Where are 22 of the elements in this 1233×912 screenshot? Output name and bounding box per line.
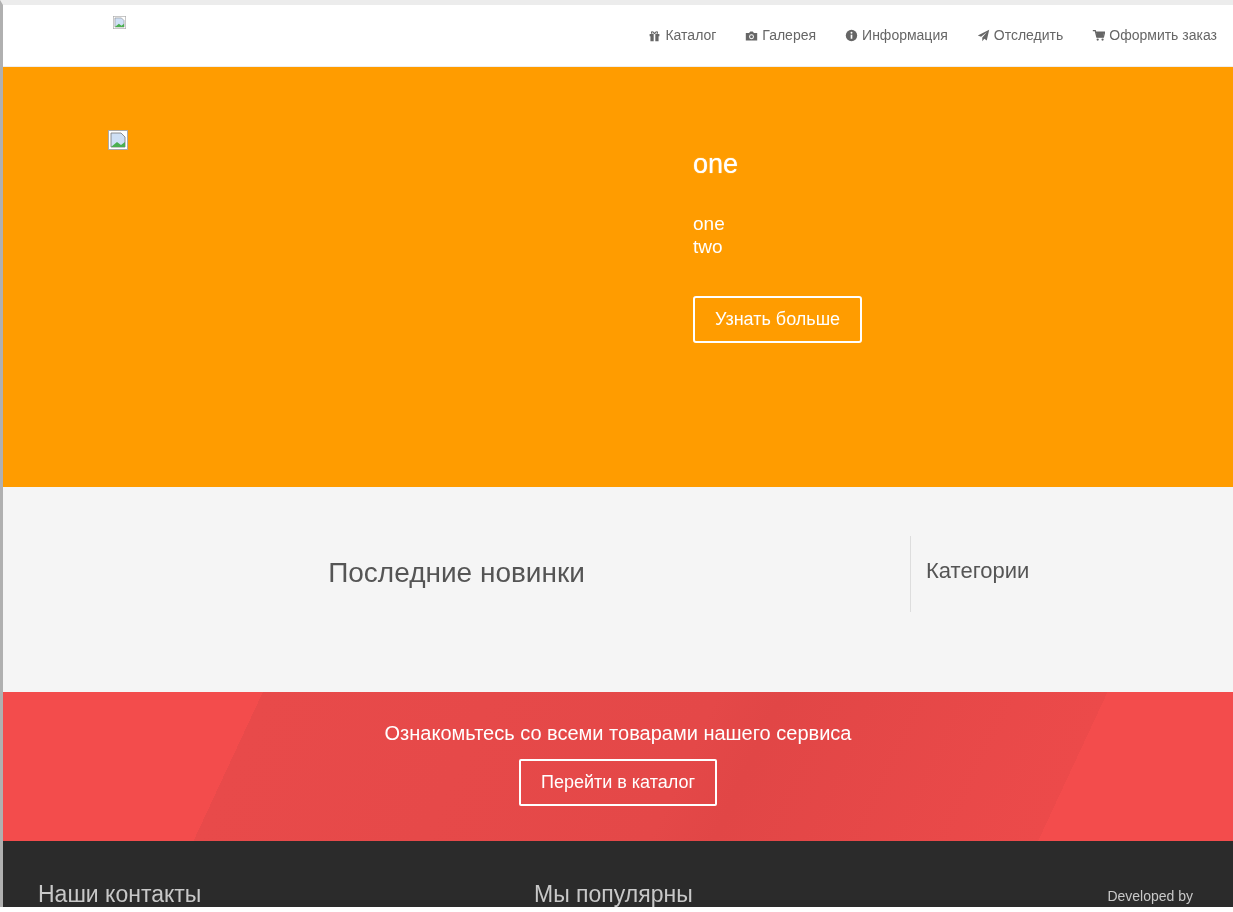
nav-link[interactable]: Каталог (648, 27, 717, 43)
footer-heading: Мы популярны (534, 881, 694, 907)
sidebar-heading: Категории (926, 557, 1030, 584)
nav-link[interactable]: Информация (845, 27, 948, 43)
catalog-button[interactable]: Перейти в каталог (518, 758, 718, 806)
nav-link[interactable]: Галерея (745, 27, 817, 43)
broken-image-icon (108, 129, 128, 150)
cart-icon (1092, 28, 1106, 42)
hero-text-line: one (693, 211, 725, 235)
gift-icon (648, 28, 662, 42)
footer-heading: Наши контакты (38, 881, 203, 907)
broken-image-icon (113, 16, 126, 29)
section-heading: Последние новинки (328, 556, 585, 589)
hero-title: one (693, 148, 740, 180)
hero-text-line: two (693, 234, 723, 258)
nav-link[interactable]: Оформить заказ (1092, 27, 1217, 43)
developer-credit: Developed by (1107, 888, 1193, 904)
camera-icon (745, 28, 759, 42)
paper-plane-icon (976, 28, 990, 42)
nav-link[interactable]: Отследить (976, 27, 1064, 43)
info-icon (845, 28, 859, 42)
banner-text: Ознакомьтесь со всеми товарами нашего сервиса (384, 721, 852, 745)
